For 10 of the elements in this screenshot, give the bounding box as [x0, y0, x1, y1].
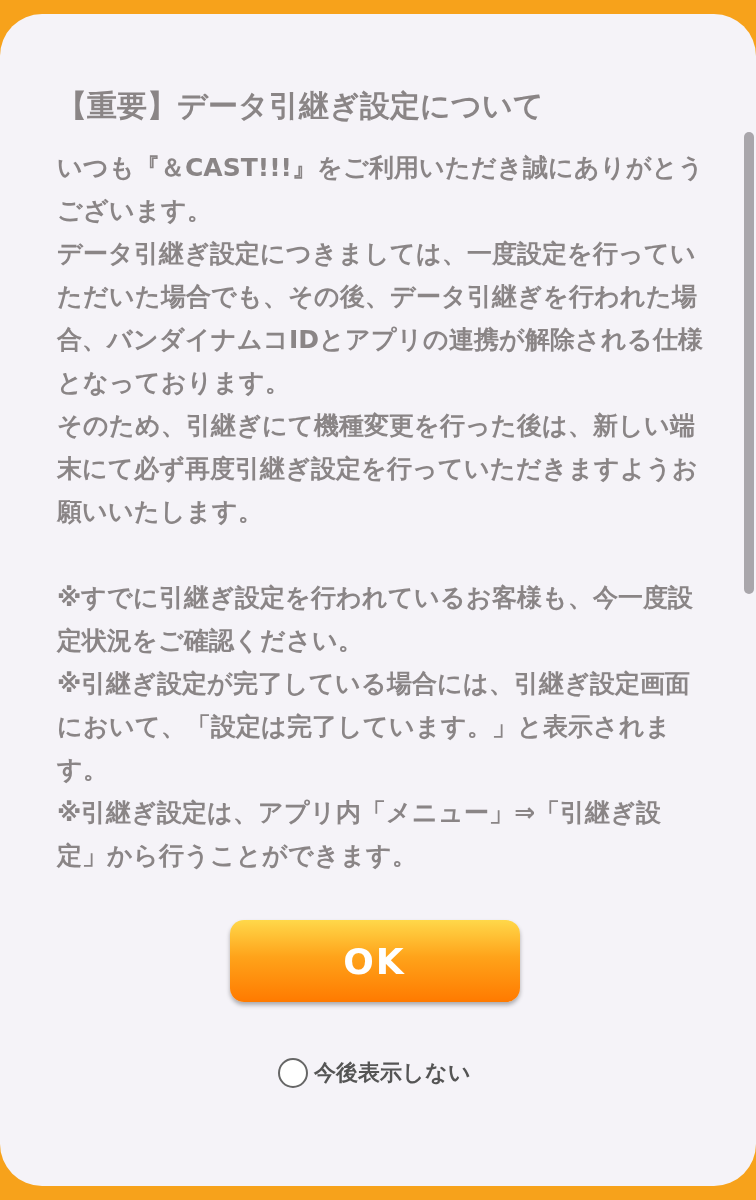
- note-text: ※引継ぎ設定が完了している場合には、引継ぎ設定画面において、「設定は完了しています。」と表示されます。: [57, 668, 692, 786]
- note-text: ※すでに引継ぎ設定を行われているお客様も、今一度設定状況をご確認ください。: [57, 582, 695, 657]
- dialog-title: 【重要】データ引継ぎ設定について: [57, 87, 545, 125]
- checkbox-label[interactable]: 今後表示しない: [314, 1058, 471, 1088]
- body-paragraph: データ引継ぎ設定につきましては、一度設定を行っていただいた場合でも、その後、データ引継ぎを行われた場合、バンダイナムコIDとアプリの連携が解除される仕様となっております。: [57, 238, 705, 399]
- body-paragraph: いつも『＆CAST!!!』をご利用いただき誠にありがとうございます。: [57, 152, 705, 227]
- checkbox[interactable]: [278, 1058, 308, 1088]
- body-paragraph: そのため、引継ぎにて機種変更を行った後は、新しい端末にて必ず再度引継ぎ設定を行っていただきますようお願いいたします。: [57, 410, 699, 528]
- scrollbar[interactable]: [744, 132, 754, 594]
- note-text: ※引継ぎ設定は、アプリ内「メニュー」⇒「引継ぎ設定」から行うことができます。: [57, 797, 663, 872]
